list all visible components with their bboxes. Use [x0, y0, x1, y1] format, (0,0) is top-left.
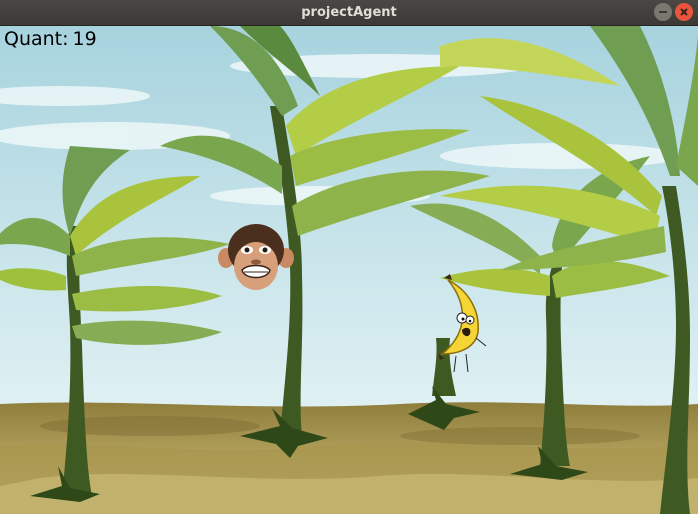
ground — [0, 402, 698, 514]
title-bar: projectAgent — [0, 0, 698, 26]
game-canvas[interactable] — [0, 26, 698, 514]
score-label: Quant: — [4, 28, 69, 50]
monkey-player[interactable] — [218, 222, 294, 296]
close-button[interactable] — [675, 3, 693, 21]
window-title: projectAgent — [301, 5, 397, 20]
close-icon — [680, 8, 688, 16]
score-value: 19 — [72, 28, 97, 50]
banana-target — [438, 274, 487, 373]
background-scene — [0, 26, 698, 514]
minimize-icon — [659, 11, 667, 13]
minimize-button[interactable] — [654, 3, 672, 21]
game-window: projectAgent Quant: 19 — [0, 0, 698, 514]
score-display: Quant: 19 — [4, 28, 97, 50]
